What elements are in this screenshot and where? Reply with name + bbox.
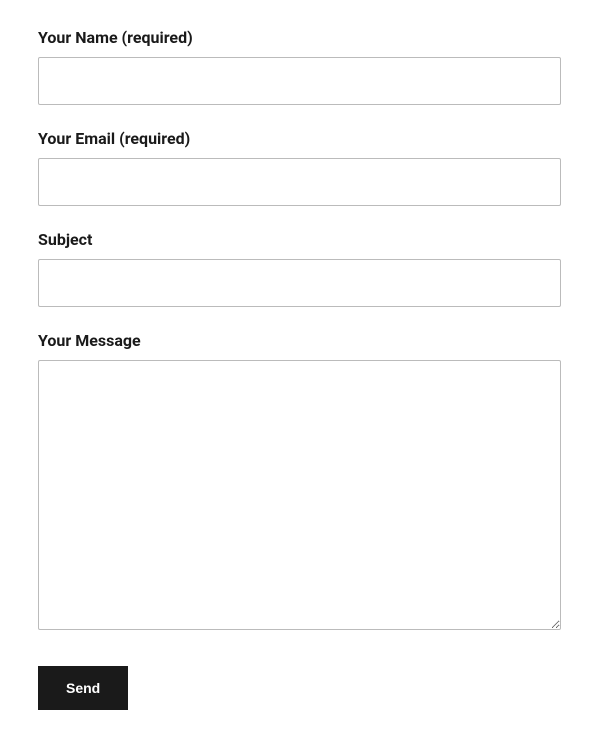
message-textarea[interactable] — [38, 360, 561, 630]
subject-input[interactable] — [38, 259, 561, 307]
subject-field-group: Subject — [38, 230, 561, 307]
email-input[interactable] — [38, 158, 561, 206]
name-input[interactable] — [38, 57, 561, 105]
email-field-group: Your Email (required) — [38, 129, 561, 206]
message-label: Your Message — [38, 331, 561, 350]
message-field-group: Your Message — [38, 331, 561, 634]
subject-label: Subject — [38, 230, 561, 249]
contact-form: Your Name (required) Your Email (require… — [38, 28, 561, 710]
send-button[interactable]: Send — [38, 666, 128, 710]
name-label: Your Name (required) — [38, 28, 561, 47]
email-label: Your Email (required) — [38, 129, 561, 148]
name-field-group: Your Name (required) — [38, 28, 561, 105]
